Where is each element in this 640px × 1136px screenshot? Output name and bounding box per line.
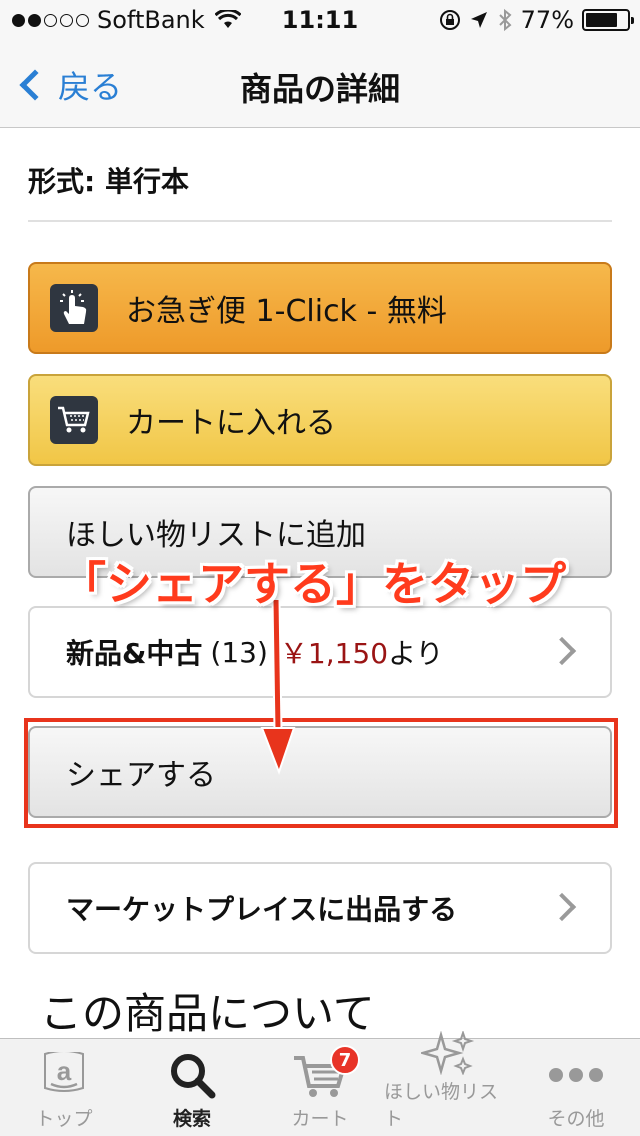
cart-icon [50,396,98,444]
new-and-used-offers-row[interactable]: 新品&中古 (13) ￥1,150 より [28,606,612,698]
svg-text:a: a [57,1056,72,1086]
tab-label: カート [291,1108,349,1130]
tab-top[interactable]: a トップ [0,1039,128,1136]
amazon-a-icon: a [39,1048,89,1102]
add-to-cart-label: カートに入れる [126,406,336,441]
sparkle-icon [421,1031,475,1075]
offers-label: 新品&中古 [66,637,203,670]
page-title: 商品の詳細 [239,70,400,108]
sell-on-marketplace-row[interactable]: マーケットプレイスに出品する [28,862,612,954]
one-click-label: お急ぎ便 1-Click - 無料 [126,294,447,329]
divider [28,220,612,222]
offers-suffix: より [388,637,444,670]
tab-search[interactable]: 検索 [128,1039,256,1136]
location-icon [470,12,487,28]
battery-percent: 77% [520,6,574,34]
marketplace-label: マーケットプレイスに出品する [66,893,458,926]
tab-label: その他 [547,1108,605,1130]
navigation-bar: 戻る 商品の詳細 [0,40,640,128]
share-button[interactable]: シェアする [28,726,612,818]
bluetooth-icon [498,8,512,32]
tab-label: トップ [35,1108,93,1130]
annotation-arrow [260,600,296,775]
tab-label: 検索 [172,1108,211,1130]
tab-more[interactable]: その他 [512,1039,640,1136]
about-product-heading: この商品について [40,989,375,1038]
chevron-right-icon [547,636,577,666]
battery-icon [582,9,634,31]
tab-cart[interactable]: 7 カート [256,1039,384,1136]
add-to-cart-button[interactable]: カートに入れる [28,374,612,466]
annotation-tap-share: 「シェアする」をタップ [60,557,566,611]
battery-level [586,13,617,27]
status-bar: SoftBank 11:11 77% [0,0,640,40]
tab-label: ほしい物リスト [384,1081,499,1130]
tap-hand-icon [50,284,98,332]
format-label: 形式: 単行本 [28,165,189,198]
more-dots-icon [546,1048,606,1102]
cart-badge: 7 [330,1045,360,1075]
search-icon [168,1048,216,1102]
tab-bar: a トップ 検索 7 カート ほしい物リスト その他 [0,1031,640,1136]
rotation-lock-icon [439,10,460,30]
one-click-button[interactable]: お急ぎ便 1-Click - 無料 [28,262,612,354]
chevron-right-icon [547,892,577,922]
share-label: シェアする [66,758,216,793]
tab-wishlist[interactable]: ほしい物リスト [384,1031,512,1136]
status-icons: 77% [439,6,634,34]
